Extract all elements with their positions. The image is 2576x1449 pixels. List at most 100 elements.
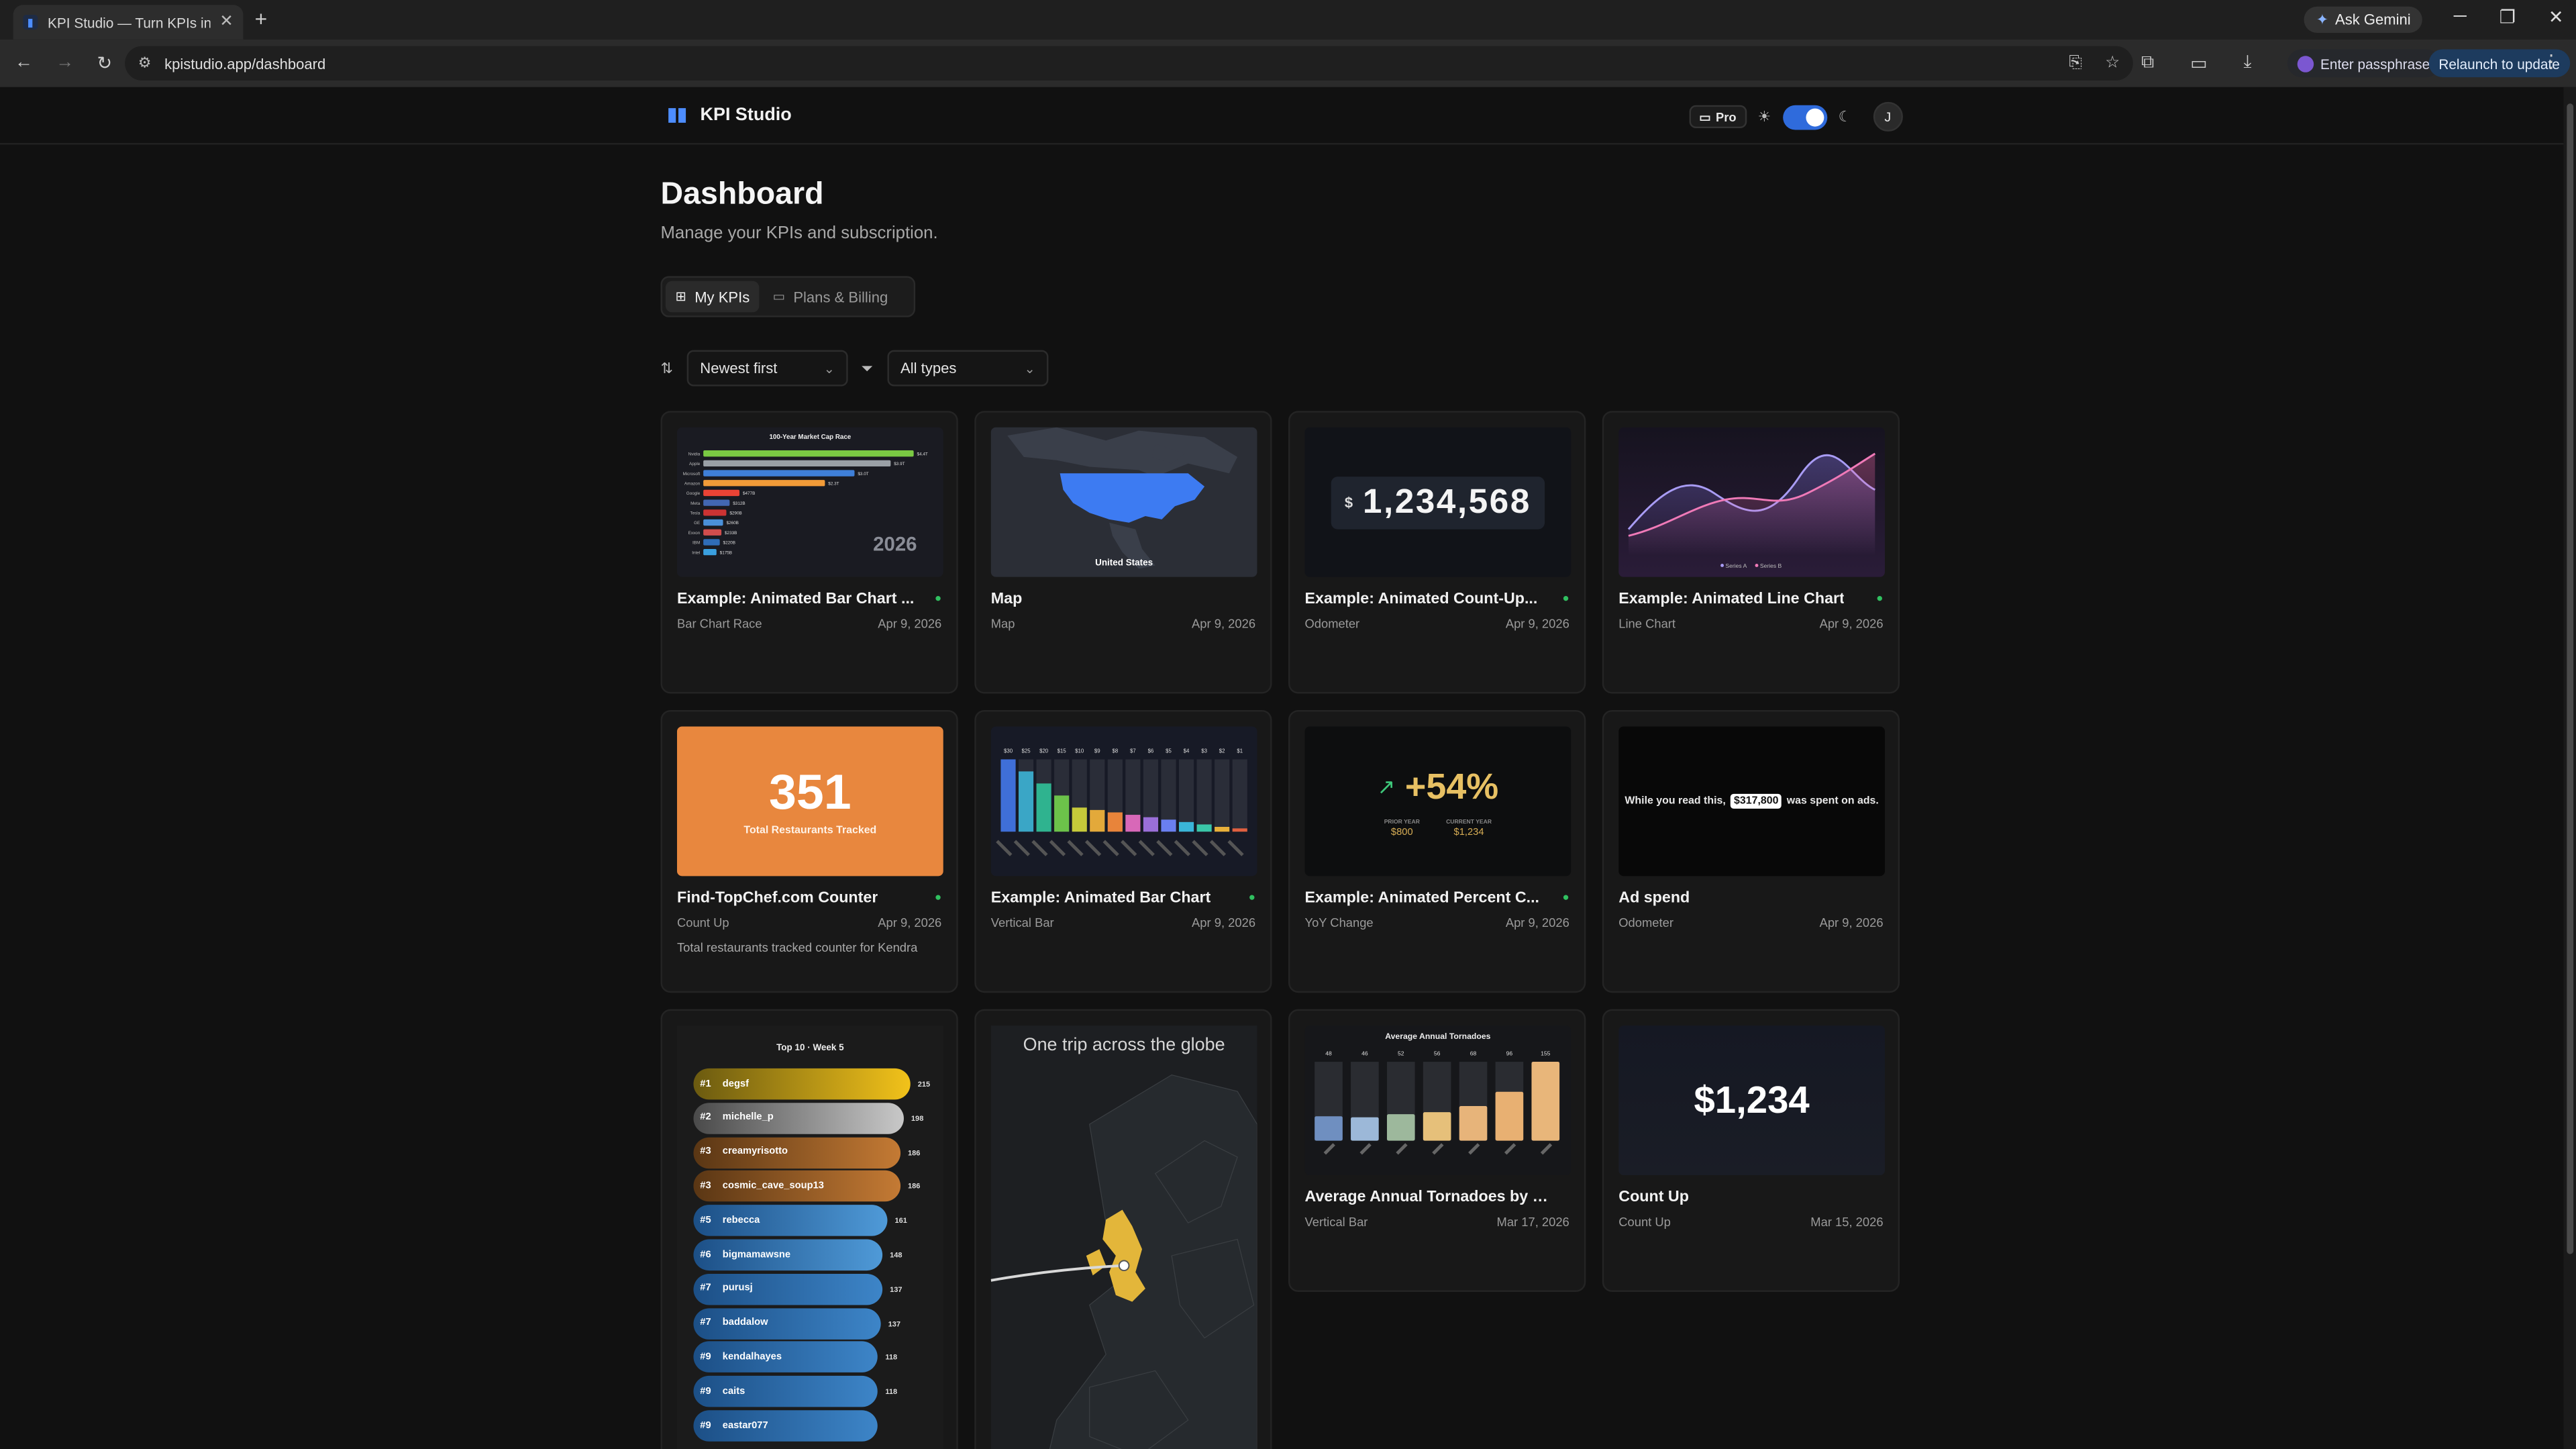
kpi-card[interactable]: United States Map Map Apr 9, 2026 bbox=[974, 411, 1272, 694]
ask-gemini-button[interactable]: ✦ Ask Gemini bbox=[2304, 6, 2422, 33]
vbar-tick bbox=[1192, 840, 1208, 856]
theme-toggle[interactable] bbox=[1782, 104, 1827, 130]
page-title: Dashboard bbox=[660, 177, 824, 212]
sidepanel-icon[interactable]: ▭ bbox=[2190, 52, 2207, 74]
line-chart-preview: Series A Series B bbox=[1627, 452, 1876, 569]
kpi-card[interactable]: Top 10 · Week 5 #1 degsf 215 #2 michelle_p 19… bbox=[660, 1009, 958, 1449]
race-value: $477B bbox=[743, 491, 755, 496]
vbar-value: $20 bbox=[1039, 748, 1049, 754]
plan-badge-label: Pro bbox=[1715, 109, 1737, 124]
tornado-bar bbox=[1423, 1112, 1451, 1141]
leaderboard-row: #9 kendalhayes 118 bbox=[693, 1342, 897, 1373]
kpi-card[interactable]: 100-Year Market Cap Race 2026 Nvidia $4.4… bbox=[660, 411, 958, 694]
tab-my-kpis[interactable]: ⊞ My KPIs bbox=[665, 281, 760, 313]
race-bar bbox=[703, 489, 740, 497]
tab-label: My KPIs bbox=[694, 288, 750, 305]
race-label: Tesla bbox=[690, 511, 700, 516]
download-icon[interactable]: ⤓ bbox=[2244, 52, 2252, 74]
avatar[interactable]: J bbox=[1873, 101, 1903, 132]
ad-value: $317,800 bbox=[1731, 793, 1782, 809]
kpi-card-title: Example: Animated Line Chart bbox=[1618, 590, 1845, 609]
vbar-tick bbox=[1067, 840, 1084, 856]
close-window-icon[interactable]: ✕ bbox=[2548, 7, 2564, 28]
page-scrollbar[interactable] bbox=[2563, 87, 2576, 1449]
globe-icon: ● bbox=[1562, 892, 1569, 904]
close-icon[interactable]: ✕ bbox=[219, 13, 234, 32]
kpi-card[interactable]: 351 Total Restaurants Tracked Find-TopCh… bbox=[660, 709, 958, 993]
leaderboard-score: 215 bbox=[917, 1079, 931, 1089]
kpi-card[interactable]: $1,234 Count Up Count Up Mar 15, 2026 bbox=[1602, 1009, 1900, 1292]
vbar-tick bbox=[1084, 840, 1102, 856]
page-subtitle: Manage your KPIs and subscription. bbox=[660, 223, 938, 244]
back-icon[interactable]: ← bbox=[15, 52, 33, 74]
race-value: $290B bbox=[729, 511, 741, 516]
brand[interactable]: ▮▮ KPI Studio bbox=[667, 103, 791, 126]
kpi-card-date: Mar 17, 2026 bbox=[1496, 1214, 1569, 1230]
leaderboard-name: creamyrisotto bbox=[722, 1147, 788, 1158]
minimize-icon[interactable]: ─ bbox=[2454, 7, 2467, 28]
europe-map bbox=[990, 1074, 1257, 1449]
kpi-card-date: Apr 9, 2026 bbox=[1505, 915, 1569, 931]
kpi-card-type: Map bbox=[990, 616, 1015, 632]
kpi-card-type: Vertical Bar bbox=[1304, 1214, 1368, 1230]
forward-icon[interactable]: → bbox=[56, 52, 74, 74]
kpi-card[interactable]: $ 1,234,568 Example: Animated Count-Up..… bbox=[1288, 411, 1586, 694]
leaderboard-row: #2 michelle_p 198 bbox=[693, 1102, 923, 1134]
tab-plans-billing[interactable]: ▭ Plans & Billing bbox=[763, 281, 898, 313]
race-value: $220B bbox=[723, 541, 735, 546]
install-icon[interactable]: ⎘ bbox=[2069, 54, 2082, 72]
kpi-card[interactable]: Series A Series B Example: Animated Line… bbox=[1602, 411, 1900, 694]
race-value: $2.3T bbox=[828, 481, 839, 486]
leaderboard-rank: #6 bbox=[700, 1250, 711, 1260]
tab-label: Plans & Billing bbox=[793, 288, 888, 305]
kpi-card-title: Count Up bbox=[1618, 1188, 1689, 1207]
kpi-card[interactable]: ↗ +54% PRIOR YEAR $800 CURRENT YEAR $1,234… bbox=[1288, 709, 1586, 993]
sort-icon: ⇅ bbox=[660, 359, 673, 376]
kpi-card[interactable]: While you read this, $317,800 was spent … bbox=[1602, 709, 1900, 993]
kpi-grid: 100-Year Market Cap Race 2026 Nvidia $4.4… bbox=[660, 411, 1902, 1449]
extensions-icon[interactable]: ⧉ bbox=[2141, 52, 2154, 74]
reload-icon[interactable]: ↻ bbox=[97, 52, 112, 74]
ask-gemini-label: Ask Gemini bbox=[2334, 11, 2411, 28]
kpi-card[interactable]: $30 $25 $20 $15 $10 $9 $8 $7 $6 $5 $4 $3 $2 $1 Exampl… bbox=[974, 709, 1272, 993]
new-tab-icon[interactable]: + bbox=[255, 7, 268, 32]
kpi-card-type: Count Up bbox=[1618, 1214, 1671, 1230]
leaderboard-score: 118 bbox=[885, 1353, 898, 1362]
leaderboard-row: #7 baddalow 137 bbox=[693, 1307, 900, 1339]
globe-icon: ● bbox=[1562, 593, 1569, 605]
kpi-card[interactable]: Average Annual Tornadoes 48 46 52 56 68 96 155… bbox=[1288, 1009, 1586, 1292]
page-viewport: ▮▮ KPI Studio ▭ Pro ☀ ☾ J Dashboard Mana… bbox=[0, 87, 2564, 1449]
race-label: Intel bbox=[692, 550, 700, 555]
sort-select[interactable]: Newest first ⌄ bbox=[686, 350, 848, 387]
tornado-tick bbox=[1432, 1143, 1444, 1155]
vbar-bar bbox=[1178, 821, 1194, 832]
leaderboard-row: #5 rebecca 161 bbox=[693, 1205, 907, 1237]
vbar-bar bbox=[1232, 828, 1247, 832]
race-label: Apple bbox=[689, 462, 701, 466]
prior-year-value: $800 bbox=[1390, 828, 1413, 838]
race-value: $260B bbox=[726, 521, 738, 526]
bookmark-star-icon[interactable]: ☆ bbox=[2105, 54, 2120, 72]
tornado-tick bbox=[1396, 1143, 1408, 1155]
vbar-bar bbox=[1072, 807, 1087, 832]
tornado-bar bbox=[1351, 1117, 1379, 1141]
passphrase-button[interactable]: Enter passphrase bbox=[2287, 49, 2440, 78]
browser-tab[interactable]: ▮ KPI Studio — Turn KPIs into An ✕ bbox=[13, 5, 244, 40]
kpi-card[interactable]: One trip across the globe bbox=[974, 1009, 1272, 1449]
restore-icon[interactable]: ❐ bbox=[2500, 7, 2516, 28]
vbar-value: $8 bbox=[1112, 748, 1118, 754]
vbar-value: $25 bbox=[1022, 748, 1031, 754]
address-bar[interactable]: ⚙ kpistudio.app/dashboard ⎘ ☆ bbox=[125, 46, 2133, 81]
type-select[interactable]: All types ⌄ bbox=[887, 350, 1049, 387]
race-bar bbox=[703, 509, 727, 516]
browser-menu-icon[interactable]: ⋮ bbox=[2542, 51, 2561, 72]
leaderboard-score: 186 bbox=[908, 1148, 921, 1157]
globe-trip-preview: One trip across the globe bbox=[990, 1026, 1257, 1449]
race-bar bbox=[703, 450, 914, 457]
tornado-value: 46 bbox=[1361, 1050, 1368, 1056]
scrollbar-thumb[interactable] bbox=[2567, 103, 2574, 1254]
site-settings-icon[interactable]: ⚙ bbox=[138, 54, 152, 72]
vbar-tick bbox=[1174, 840, 1191, 856]
kpi-card-date: Apr 9, 2026 bbox=[1192, 616, 1256, 632]
leaderboard-name: kendalhayes bbox=[722, 1352, 782, 1362]
